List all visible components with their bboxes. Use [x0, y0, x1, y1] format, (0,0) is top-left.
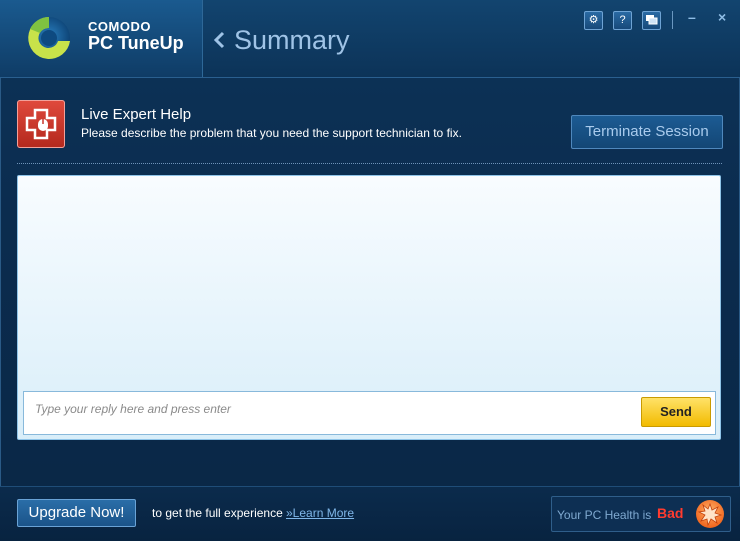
- footer: Upgrade Now! to get the full experience …: [0, 486, 740, 541]
- upgrade-description: to get the full experience: [152, 506, 283, 520]
- feedback-button[interactable]: [642, 11, 661, 30]
- back-to-summary[interactable]: Summary: [212, 22, 350, 58]
- section-description: Please describe the problem that you nee…: [81, 126, 462, 140]
- pc-health-indicator[interactable]: Your PC Health is Bad: [551, 496, 731, 532]
- minimize-button[interactable]: –: [688, 9, 696, 25]
- comodo-logo-icon: [28, 16, 71, 59]
- upgrade-button[interactable]: Upgrade Now!: [17, 499, 136, 527]
- learn-more-link[interactable]: »Learn More: [286, 506, 354, 520]
- gear-icon: ⚙: [588, 14, 599, 26]
- reply-input[interactable]: [33, 398, 627, 420]
- send-button[interactable]: Send: [641, 397, 711, 427]
- expert-help-graphic: [25, 108, 57, 140]
- settings-button[interactable]: ⚙: [584, 11, 603, 30]
- terminate-session-button[interactable]: Terminate Session: [571, 115, 723, 149]
- reply-box: Send: [23, 391, 716, 435]
- app-window: COMODO PC TuneUp Summary ⚙ ? – × Live Ex…: [0, 0, 740, 541]
- header: COMODO PC TuneUp Summary ⚙ ? – ×: [0, 0, 740, 78]
- medical-cross-mouse-icon: [17, 100, 65, 148]
- brand-name-top: COMODO: [88, 19, 151, 34]
- health-status: Bad: [657, 505, 684, 521]
- page-title: Summary: [234, 24, 350, 55]
- chat-bubble-icon: [646, 15, 658, 25]
- section-divider: [17, 163, 722, 164]
- close-button[interactable]: ×: [718, 9, 726, 25]
- health-label: Your PC Health is: [557, 508, 652, 522]
- question-icon: ?: [619, 14, 626, 26]
- section-title: Live Expert Help: [81, 106, 192, 123]
- alert-burst-icon: [696, 500, 724, 528]
- logo-panel: COMODO PC TuneUp: [0, 0, 203, 77]
- header-divider: [672, 11, 673, 29]
- brand-name-bottom: PC TuneUp: [88, 33, 184, 53]
- chevron-left-icon: [213, 31, 225, 49]
- help-button[interactable]: ?: [613, 11, 632, 30]
